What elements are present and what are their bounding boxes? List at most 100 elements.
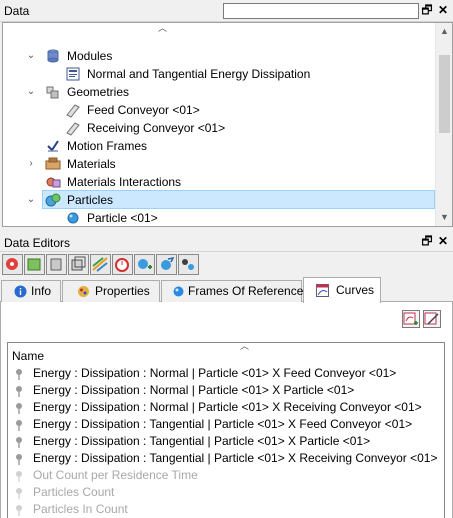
scroll-up-arrow-icon[interactable]: ▲	[436, 23, 452, 40]
data-editors-close-icon[interactable]: ✕	[436, 233, 450, 249]
add-geometry-button[interactable]	[2, 254, 23, 275]
curve-label: Particles In Count	[33, 502, 128, 516]
tab-info[interactable]: Info	[1, 280, 61, 302]
tree-item-modules[interactable]: ⌄ Modules	[25, 47, 305, 65]
data-panel-close-icon[interactable]: ✕	[436, 2, 450, 18]
data-editors-title: Data Editors	[4, 236, 71, 250]
particles-icon	[45, 193, 61, 207]
data-editors-restore-icon[interactable]: 🗗	[420, 233, 434, 249]
tree-label: Normal and Tangential Energy Dissipation	[87, 67, 311, 81]
chevron-down-icon[interactable]: ⌄	[25, 83, 37, 101]
scroll-thumb[interactable]	[439, 55, 450, 133]
tree-label: Particles	[67, 193, 114, 207]
tree-item-materials[interactable]: › Materials	[25, 155, 305, 173]
chevron-right-icon[interactable]: ›	[25, 155, 37, 173]
curve-label: Out Count per Residence Time	[33, 468, 198, 482]
tree-item-particles[interactable]: Particles	[42, 190, 435, 209]
box-icon	[27, 258, 41, 271]
properties-icon	[78, 286, 89, 297]
materials-icon	[45, 157, 61, 170]
add-cube-button[interactable]	[68, 254, 89, 275]
modules-icon	[47, 49, 59, 63]
curves-content: ︿ Name Energy : Dissipation : Normal | P…	[0, 302, 453, 518]
data-panel-title: Data	[4, 4, 30, 18]
factory-icon	[161, 256, 175, 270]
tree-label: Feed Conveyor <01>	[87, 103, 200, 117]
tab-label: Properties	[95, 284, 150, 298]
tree-item-energy-dissipation[interactable]: Normal and Tangential Energy Dissipation	[25, 65, 325, 83]
list-header-name[interactable]: Name	[12, 349, 44, 363]
tree-label: Materials Interactions	[67, 175, 182, 189]
tree-item-materials-interactions[interactable]: Materials Interactions	[25, 173, 305, 191]
conveyor-icon	[66, 122, 80, 136]
pin-icon	[16, 369, 22, 380]
tree-label: Particle <01>	[87, 211, 158, 225]
tree-label: Motion Frames	[67, 139, 148, 153]
tree-label: Geometries	[67, 85, 130, 99]
network-icon	[6, 258, 18, 270]
curves-list[interactable]: ︿ Name Energy : Dissipation : Normal | P…	[7, 342, 445, 518]
info-icon	[14, 285, 27, 298]
add-material-button[interactable]	[46, 254, 67, 275]
chevron-down-icon[interactable]: ⌄	[25, 47, 37, 65]
curve-label: Particles Count	[33, 485, 115, 499]
scroll-up-caret-icon: ︿	[158, 23, 168, 33]
tree-item-geometries[interactable]: ⌄ Geometries	[25, 83, 305, 101]
conveyor-icon	[66, 104, 80, 118]
edit-curve-button[interactable]	[423, 310, 441, 328]
cylinder-icon	[50, 258, 62, 271]
tab-label: Frames Of Reference	[188, 284, 304, 298]
curves-icon	[316, 284, 329, 297]
tab-frames-of-reference[interactable]: Frames Of Reference	[161, 280, 304, 302]
pin-icon	[16, 437, 22, 448]
tree-item-particle-01[interactable]: Particle <01>	[25, 209, 305, 226]
curve-label: Energy : Dissipation : Tangential | Part…	[33, 451, 438, 465]
data-panel-restore-icon[interactable]: 🗗	[420, 2, 434, 18]
scroll-down-arrow-icon[interactable]: ▼	[436, 209, 452, 226]
data-tree-scrollbar[interactable]: ▲ ▼	[435, 23, 452, 226]
pin-icon	[16, 505, 22, 516]
motion-frames-icon	[47, 140, 59, 152]
add-surface-button[interactable]	[90, 254, 111, 275]
tree-label: Modules	[67, 49, 113, 63]
sort-caret-icon: ︿	[240, 342, 250, 351]
data-tree[interactable]: ︿ ⌄ Modules Normal and Tangential Energy…	[2, 22, 453, 227]
tree-item-feed-conveyor[interactable]: Feed Conveyor <01>	[25, 101, 305, 119]
curve-label: Energy : Dissipation : Tangential | Part…	[33, 434, 371, 448]
add-curve-button[interactable]	[402, 310, 420, 328]
tree-item-receiving-conveyor[interactable]: Receiving Conveyor <01>	[25, 119, 305, 137]
add-sensor-button[interactable]	[178, 254, 199, 275]
curve-label: Energy : Dissipation : Tangential | Part…	[33, 417, 413, 431]
tree-chevron-holder: ⌄	[25, 191, 39, 209]
curve-label: Energy : Dissipation : Normal | Particle…	[33, 366, 397, 380]
frames-icon	[173, 286, 184, 297]
data-search-input[interactable]	[223, 3, 419, 19]
add-timer-button[interactable]	[112, 254, 133, 275]
add-module-button[interactable]	[24, 254, 45, 275]
curve-label: Energy : Dissipation : Normal | Particle…	[33, 400, 422, 414]
data-panel-header: Data 🗗 ✕	[0, 0, 453, 22]
editor-tabs: Info Properties Frames Of Reference Curv…	[0, 277, 453, 303]
add-particle-icon	[138, 259, 152, 269]
pin-icon	[16, 386, 22, 397]
chevron-down-icon[interactable]: ⌄	[25, 191, 37, 209]
tree-label: Materials	[67, 157, 116, 171]
add-particle-button[interactable]	[134, 254, 155, 275]
timer-icon	[115, 258, 129, 272]
add-factory-button[interactable]	[156, 254, 177, 275]
tab-properties[interactable]: Properties	[62, 280, 160, 302]
edit-curve-icon	[424, 312, 439, 325]
cube-icon	[71, 256, 86, 271]
document-icon	[66, 67, 80, 81]
pin-icon	[16, 488, 22, 499]
particle-icon	[67, 212, 79, 224]
pin-icon	[16, 471, 22, 482]
pin-icon	[16, 420, 22, 431]
geometries-icon	[46, 86, 59, 99]
pin-icon	[16, 454, 22, 465]
tree-item-motion-frames[interactable]: Motion Frames	[25, 137, 305, 155]
tab-curves[interactable]: Curves	[303, 277, 381, 303]
tab-label: Curves	[336, 283, 375, 297]
curve-label: Energy : Dissipation : Normal | Particle…	[33, 383, 355, 397]
materials-interactions-icon	[46, 177, 61, 188]
